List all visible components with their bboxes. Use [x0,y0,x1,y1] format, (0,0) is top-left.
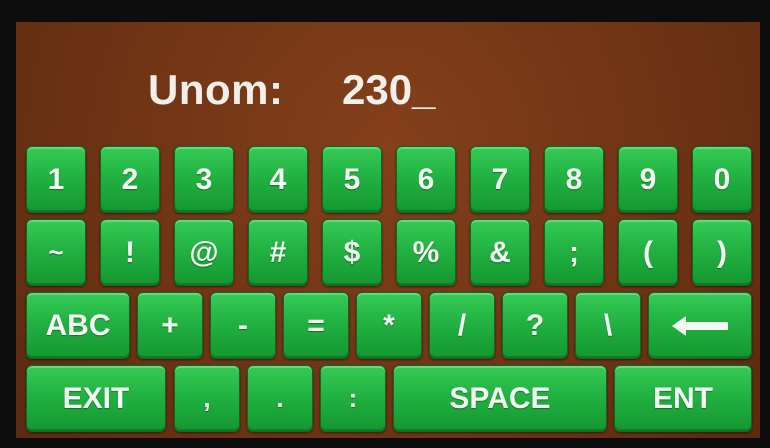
enter-button[interactable]: ENT [614,365,752,432]
key-asterisk[interactable]: * [356,292,422,359]
key-comma[interactable]: , [174,365,240,432]
key-0[interactable]: 0 [692,146,752,213]
key-8[interactable]: 8 [544,146,604,213]
key-period[interactable]: . [247,365,313,432]
left-arrow-icon [672,315,728,336]
screen: Unom: 230_ 1 2 3 4 5 6 7 8 9 0 ~ ! @ # $… [16,22,760,438]
key-3[interactable]: 3 [174,146,234,213]
key-slash[interactable]: / [429,292,495,359]
key-tilde[interactable]: ~ [26,219,86,286]
key-colon[interactable]: : [320,365,386,432]
key-plus[interactable]: + [137,292,203,359]
key-2[interactable]: 2 [100,146,160,213]
key-7[interactable]: 7 [470,146,530,213]
key-ampersand[interactable]: & [470,219,530,286]
key-close-paren[interactable]: ) [692,219,752,286]
key-open-paren[interactable]: ( [618,219,678,286]
backspace-button[interactable] [648,292,752,359]
key-equals[interactable]: = [283,292,349,359]
key-percent[interactable]: % [396,219,456,286]
key-question[interactable]: ? [502,292,568,359]
field-label: Unom: [148,66,284,113]
key-semicolon[interactable]: ; [544,219,604,286]
key-at[interactable]: @ [174,219,234,286]
key-minus[interactable]: - [210,292,276,359]
key-9[interactable]: 9 [618,146,678,213]
exit-button[interactable]: EXIT [26,365,166,432]
key-4[interactable]: 4 [248,146,308,213]
key-exclamation[interactable]: ! [100,219,160,286]
key-6[interactable]: 6 [396,146,456,213]
key-dollar[interactable]: $ [322,219,382,286]
key-5[interactable]: 5 [322,146,382,213]
input-value: 230_ [342,66,436,113]
key-hash[interactable]: # [248,219,308,286]
key-1[interactable]: 1 [26,146,86,213]
space-button[interactable]: SPACE [393,365,607,432]
key-backslash[interactable]: \ [575,292,641,359]
key-abc-mode[interactable]: ABC [26,292,130,359]
input-display: Unom: 230_ [16,22,760,140]
